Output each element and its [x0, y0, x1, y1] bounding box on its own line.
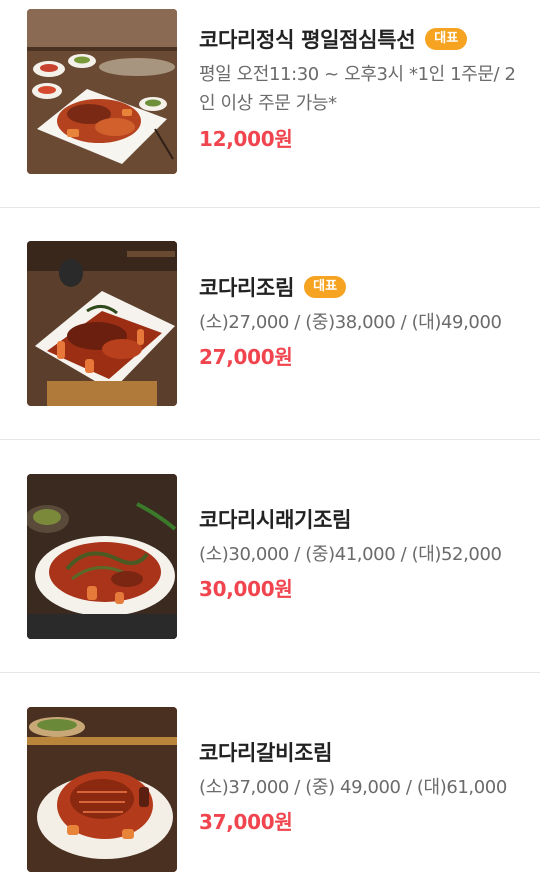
- menu-item-name: 코다리시래기조림: [199, 508, 352, 532]
- menu-item[interactable]: 코다리갈비조림 (소)37,000 / (중) 49,000 / (대)61,0…: [0, 673, 540, 872]
- menu-item-photo[interactable]: [27, 241, 177, 406]
- braised-kodari-galbi-photo: [27, 707, 177, 872]
- menu-item-name: 코다리조림: [199, 276, 295, 300]
- menu-item-description: (소)37,000 / (중) 49,000 / (대)61,000: [199, 777, 507, 798]
- menu-item[interactable]: 코다리시래기조림 (소)30,000 / (중)41,000 / (대)52,0…: [0, 440, 540, 673]
- menu-item[interactable]: 코다리정식 평일점심특선 대표 평일 오전11:30 ~ 오후3시 *1인 1주…: [0, 0, 540, 208]
- menu-item-price: 12,000원: [199, 127, 293, 151]
- signature-badge: 대표: [304, 276, 347, 298]
- menu-item-photo[interactable]: [27, 474, 177, 639]
- menu-item-description: (소)30,000 / (중)41,000 / (대)52,000: [199, 544, 502, 565]
- menu-item-name: 코다리정식 평일점심특선: [199, 28, 416, 52]
- menu-item-description: (소)27,000 / (중)38,000 / (대)49,000: [199, 312, 502, 333]
- kodari-set-meal-photo: [27, 9, 177, 174]
- menu-list: 코다리정식 평일점심특선 대표 평일 오전11:30 ~ 오후3시 *1인 1주…: [0, 0, 540, 872]
- menu-item[interactable]: 코다리조림 대표 (소)27,000 / (중)38,000 / (대)49,0…: [0, 208, 540, 440]
- braised-kodari-photo: [27, 241, 177, 406]
- menu-item-description: 평일 오전11:30 ~ 오후3시 *1인 1주문/ 2인 이상 주문 가능*: [199, 64, 516, 114]
- menu-item-price: 37,000원: [199, 810, 293, 834]
- braised-kodari-siraegi-photo: [27, 474, 177, 639]
- menu-item-price: 27,000원: [199, 345, 293, 369]
- menu-item-price: 30,000원: [199, 577, 293, 601]
- menu-item-photo[interactable]: [27, 707, 177, 872]
- menu-item-photo[interactable]: [27, 9, 177, 174]
- signature-badge: 대표: [425, 28, 468, 50]
- menu-item-name: 코다리갈비조림: [199, 741, 333, 765]
